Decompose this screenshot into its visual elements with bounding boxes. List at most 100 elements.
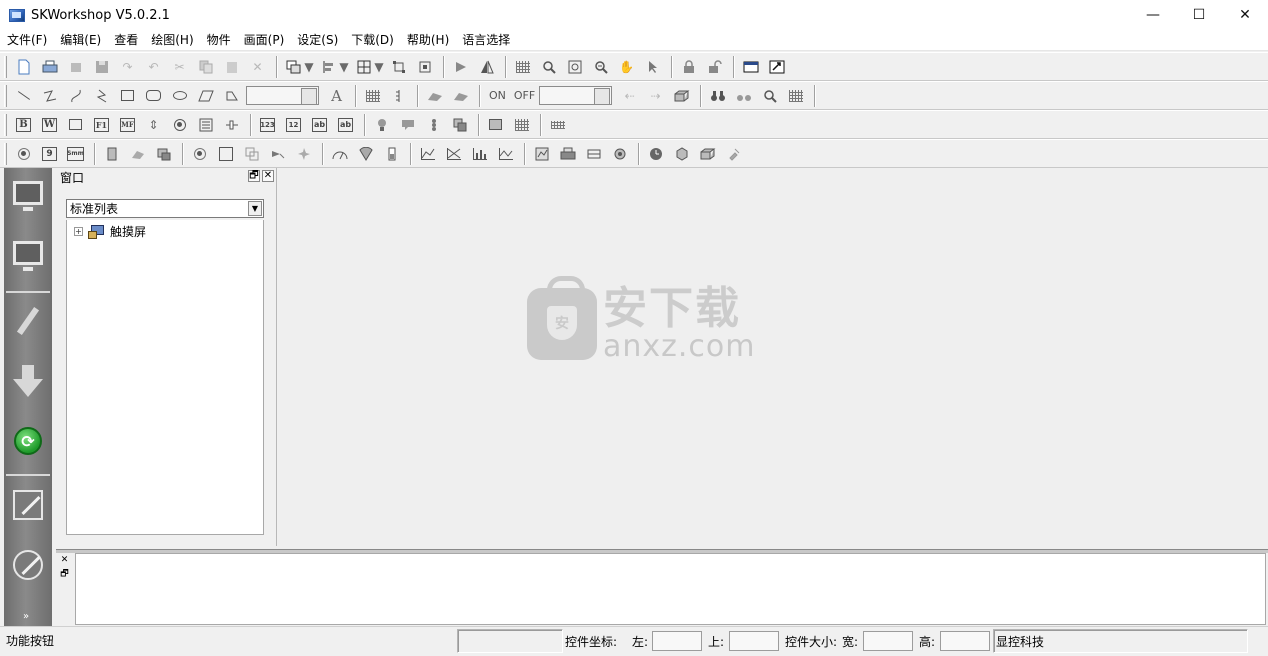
bar-gauge-icon[interactable] bbox=[380, 143, 403, 165]
text-display-icon[interactable]: ab bbox=[308, 114, 331, 136]
flip-horizontal-icon[interactable] bbox=[449, 56, 472, 78]
unlock-icon[interactable] bbox=[703, 56, 726, 78]
toolbar-grip[interactable] bbox=[4, 142, 7, 165]
zoom-fit-icon[interactable] bbox=[563, 56, 586, 78]
move-right-icon[interactable]: ⇢ bbox=[644, 85, 667, 107]
redo-icon[interactable]: ↷ bbox=[116, 56, 139, 78]
xy-chart-icon[interactable] bbox=[442, 143, 465, 165]
menu-view[interactable]: 查看 bbox=[107, 30, 144, 51]
screen-button-icon[interactable] bbox=[64, 114, 87, 136]
indicator-icon[interactable] bbox=[188, 143, 211, 165]
qr-code-icon[interactable] bbox=[510, 114, 533, 136]
clock-icon[interactable] bbox=[12, 143, 35, 165]
state-combo[interactable] bbox=[539, 86, 613, 105]
stepper-icon[interactable]: ⇕ bbox=[142, 114, 165, 136]
polygon-icon[interactable] bbox=[220, 85, 243, 107]
text-input-icon[interactable]: ab bbox=[334, 114, 357, 136]
resize-icon[interactable] bbox=[413, 56, 436, 78]
menu-help[interactable]: 帮助(H) bbox=[400, 30, 455, 51]
screen-manager-icon[interactable] bbox=[9, 174, 47, 212]
copy-icon[interactable] bbox=[194, 56, 217, 78]
delete-icon[interactable]: ✕ bbox=[246, 56, 269, 78]
align-left-icon[interactable] bbox=[317, 56, 340, 78]
menu-edit[interactable]: 编辑(E) bbox=[53, 30, 107, 51]
new-file-icon[interactable] bbox=[12, 56, 35, 78]
lamp-icon[interactable] bbox=[370, 114, 393, 136]
flip-vertical-icon[interactable] bbox=[475, 56, 498, 78]
toolbar-grip[interactable] bbox=[4, 113, 7, 136]
chevron-down-icon[interactable]: ▼ bbox=[248, 201, 262, 216]
alarm-lamp-icon[interactable] bbox=[422, 114, 445, 136]
list-icon[interactable] bbox=[194, 114, 217, 136]
close-button[interactable]: ✕ bbox=[1222, 0, 1268, 30]
compile-hammer-icon[interactable] bbox=[9, 302, 47, 340]
binoculars-icon[interactable] bbox=[706, 85, 729, 107]
save-icon[interactable] bbox=[90, 56, 113, 78]
camera-icon[interactable] bbox=[608, 143, 631, 165]
toolbar-grip[interactable] bbox=[4, 55, 7, 78]
3d-box-icon[interactable] bbox=[670, 85, 693, 107]
printer-icon[interactable] bbox=[556, 143, 579, 165]
expand-more-icon[interactable]: » bbox=[23, 611, 29, 622]
message-icon[interactable] bbox=[396, 114, 419, 136]
picture-display-icon[interactable] bbox=[484, 114, 507, 136]
zoom-out-icon[interactable] bbox=[589, 56, 612, 78]
data-transfer-icon[interactable] bbox=[126, 143, 149, 165]
data-block-icon[interactable] bbox=[670, 143, 693, 165]
radio-button-icon[interactable] bbox=[168, 114, 191, 136]
line-style-combo[interactable] bbox=[246, 86, 319, 105]
flow-arrow-icon[interactable] bbox=[266, 143, 289, 165]
same-size-icon[interactable] bbox=[387, 56, 410, 78]
tree-node[interactable]: + 触摸屏 bbox=[74, 223, 146, 240]
menu-screen[interactable]: 画面(P) bbox=[237, 30, 291, 51]
picture-library-icon[interactable] bbox=[449, 85, 472, 107]
minimize-button[interactable]: — bbox=[1130, 0, 1176, 30]
print-icon[interactable] bbox=[38, 56, 61, 78]
meter-icon[interactable] bbox=[328, 143, 351, 165]
recipe-icon[interactable] bbox=[100, 143, 123, 165]
table-icon[interactable] bbox=[361, 85, 384, 107]
list-type-select[interactable]: 标准列表 ▼ bbox=[66, 199, 264, 218]
menu-draw[interactable]: 绘图(H) bbox=[144, 30, 199, 51]
slider-icon[interactable] bbox=[220, 114, 243, 136]
history-icon[interactable] bbox=[530, 143, 553, 165]
menu-language[interactable]: 语言选择 bbox=[455, 30, 516, 51]
address-table-icon[interactable] bbox=[784, 85, 807, 107]
calendar-icon[interactable]: 9 bbox=[38, 143, 61, 165]
open-icon[interactable] bbox=[64, 56, 87, 78]
text-icon[interactable]: A bbox=[325, 85, 348, 107]
numeric-input-icon[interactable]: 12 bbox=[282, 114, 305, 136]
group-icon[interactable] bbox=[282, 56, 305, 78]
panel-close-icon[interactable]: ✕ bbox=[262, 170, 274, 182]
function-key-icon[interactable]: F1 bbox=[90, 114, 113, 136]
off-label[interactable]: OFF bbox=[510, 89, 539, 102]
timer-icon[interactable]: Smm bbox=[64, 143, 87, 165]
ellipse-icon[interactable] bbox=[168, 85, 191, 107]
fan-icon[interactable] bbox=[292, 143, 315, 165]
tree-expand-icon[interactable]: + bbox=[74, 227, 83, 236]
scale-icon[interactable] bbox=[387, 85, 410, 107]
editor-workspace[interactable]: 安 安下载 anxz.com bbox=[278, 168, 1268, 549]
frame-icon[interactable] bbox=[214, 143, 237, 165]
menu-objects[interactable]: 物件 bbox=[200, 30, 237, 51]
output-restore-icon[interactable]: 🗗 bbox=[59, 569, 70, 580]
screen-window-icon[interactable] bbox=[739, 56, 762, 78]
download-arrow-icon[interactable] bbox=[9, 362, 47, 400]
pipe-icon[interactable] bbox=[240, 143, 263, 165]
distribute-icon[interactable] bbox=[352, 56, 375, 78]
group-dropdown-icon[interactable]: ▼ bbox=[304, 56, 314, 78]
alarm-bar-icon[interactable] bbox=[582, 143, 605, 165]
maximize-button[interactable]: ☐ bbox=[1176, 0, 1222, 30]
edit-pen-icon[interactable] bbox=[9, 486, 47, 524]
freeform-icon[interactable] bbox=[90, 85, 113, 107]
paste-icon[interactable] bbox=[220, 56, 243, 78]
parallelogram-icon[interactable] bbox=[194, 85, 217, 107]
cube-icon[interactable] bbox=[696, 143, 719, 165]
picture-icon[interactable] bbox=[423, 85, 446, 107]
refresh-icon[interactable]: ⟳ bbox=[9, 422, 47, 460]
animation-icon[interactable] bbox=[448, 114, 471, 136]
binoculars-next-icon[interactable] bbox=[732, 85, 755, 107]
line-icon[interactable] bbox=[12, 85, 35, 107]
distribute-dropdown-icon[interactable]: ▼ bbox=[374, 56, 384, 78]
align-dropdown-icon[interactable]: ▼ bbox=[339, 56, 349, 78]
